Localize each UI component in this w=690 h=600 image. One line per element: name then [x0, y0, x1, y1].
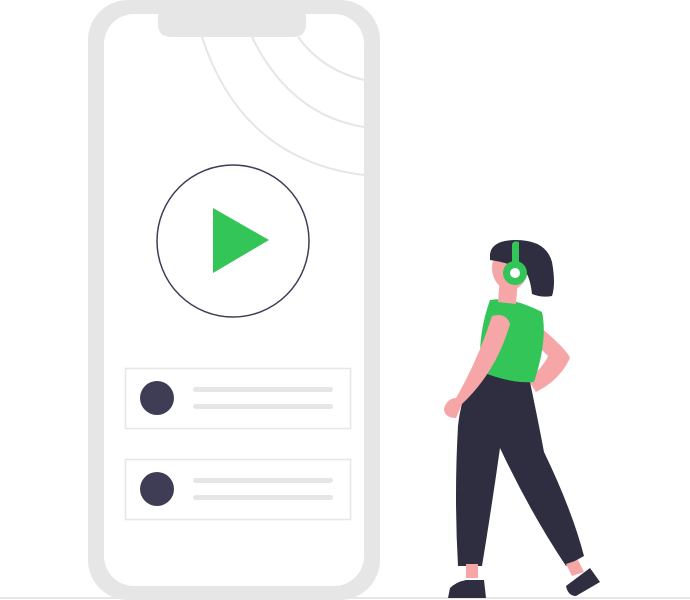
phone-notch	[158, 8, 306, 37]
phone	[88, 0, 380, 600]
music-app-illustration	[0, 0, 690, 600]
ankle-left	[466, 564, 478, 578]
list-item-line-bottom	[193, 404, 333, 409]
list-item-line-top	[193, 387, 333, 392]
trousers	[456, 368, 584, 566]
shoe-left	[448, 580, 486, 598]
list-item[interactable]	[124, 367, 352, 430]
track-avatar	[140, 381, 174, 415]
track-avatar	[140, 472, 174, 506]
list-item[interactable]	[124, 458, 352, 521]
headphones-earcup-center	[510, 268, 520, 278]
play-button[interactable]	[156, 164, 310, 318]
list-item-line-top	[193, 478, 333, 483]
list-item-line-bottom	[193, 495, 333, 500]
person-with-headphones	[444, 240, 600, 598]
